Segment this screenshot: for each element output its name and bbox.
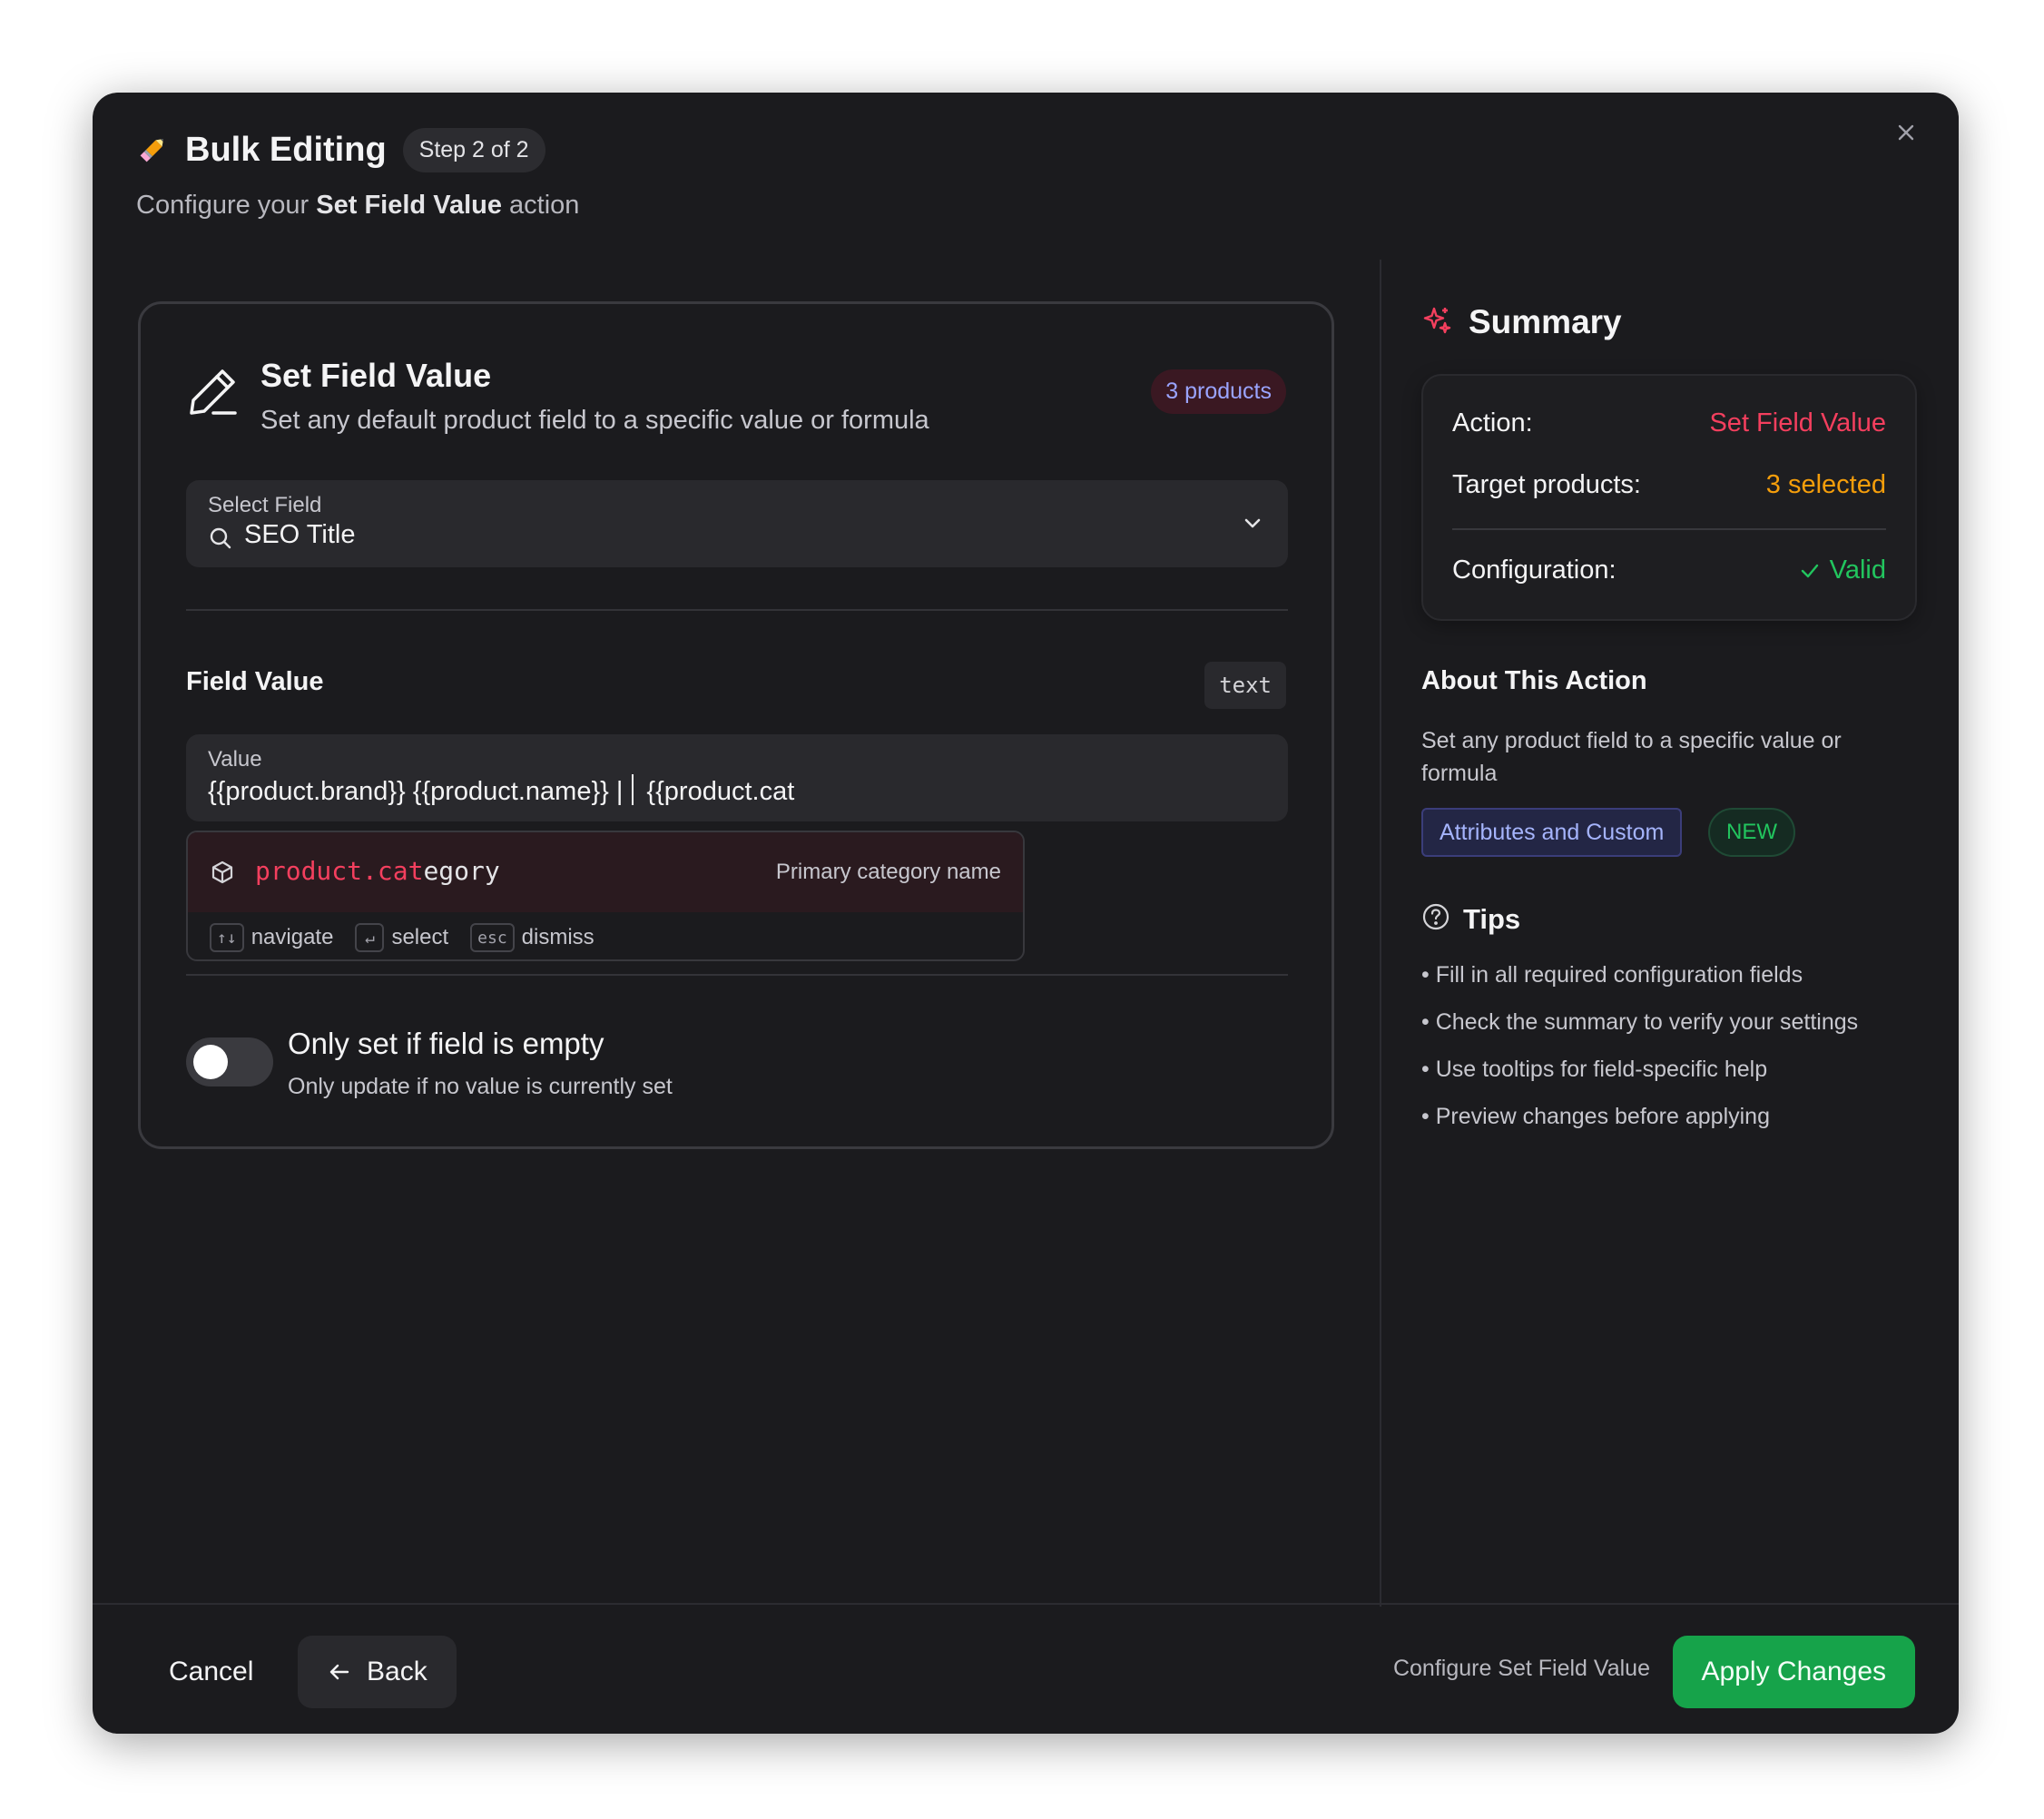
select-field-label: Select Field (208, 493, 322, 517)
text-caret (632, 774, 634, 805)
new-badge: NEW (1708, 808, 1795, 857)
sparkles-icon (1421, 305, 1452, 340)
arrow-left-icon (327, 1659, 352, 1685)
edit-pen-icon (186, 364, 241, 418)
summary-action-key: Action: (1452, 408, 1533, 438)
cancel-button[interactable]: Cancel (143, 1636, 279, 1708)
summary-action-value: Set Field Value (1709, 408, 1886, 438)
close-button[interactable] (1886, 114, 1926, 154)
autocomplete-item-description: Primary category name (775, 860, 1001, 884)
subtitle-action: Set Field Value (316, 191, 502, 220)
summary-divider (1452, 528, 1886, 530)
tip-item: Use tooltips for field-specific help (1421, 1053, 1858, 1100)
summary-header: Summary (1421, 303, 1622, 341)
apply-changes-button[interactable]: Apply Changes (1672, 1636, 1915, 1708)
value-input-text[interactable]: {{product.brand}} {{product.name}} | {{pr… (208, 774, 794, 807)
help-circle-icon (1421, 902, 1450, 936)
value-input-label: Value (208, 747, 262, 772)
tips-title: Tips (1463, 902, 1521, 935)
chevron-down-icon (1239, 509, 1266, 536)
section-divider (186, 974, 1288, 976)
hint-dismiss-label: dismiss (521, 925, 595, 949)
search-icon (208, 526, 233, 551)
bulk-editing-dialog: Bulk Editing Step 2 of 2 Configure your … (93, 93, 1959, 1734)
kbd-enter: ↵ (355, 923, 385, 952)
tips-header: Tips (1421, 902, 1520, 936)
select-field-dropdown[interactable]: Select Field SEO Title (186, 480, 1288, 567)
tip-item: Fill in all required configuration field… (1421, 959, 1858, 1006)
summary-title: Summary (1469, 303, 1622, 340)
hint-select-label: select (391, 925, 449, 949)
card-title: Set Field Value (260, 357, 492, 394)
summary-target-value: 3 selected (1765, 470, 1886, 499)
tip-item: Preview changes before applying (1421, 1100, 1858, 1147)
tips-list: Fill in all required configuration field… (1421, 959, 1858, 1147)
section-divider (186, 609, 1288, 611)
check-icon (1799, 560, 1821, 582)
back-button[interactable]: Back (298, 1636, 457, 1708)
about-description: Set any product field to a specific valu… (1421, 728, 1842, 786)
toggle-knob (193, 1045, 228, 1079)
card-description: Set any default product field to a speci… (260, 406, 929, 435)
tip-item: Check the summary to verify your setting… (1421, 1006, 1858, 1053)
summary-card: Action: Set Field Value Target products:… (1421, 374, 1917, 621)
only-if-empty-toggle[interactable] (186, 1037, 273, 1086)
cube-icon (210, 860, 235, 885)
product-count-badge: 3 products (1151, 369, 1286, 414)
summary-target-key: Target products: (1452, 470, 1641, 499)
kbd-arrows: ↑↓ (210, 923, 244, 952)
dialog-title: Bulk Editing (185, 130, 387, 169)
pencil-emoji-icon (136, 133, 169, 166)
autocomplete-panel: product.category Primary category name ↑… (186, 831, 1025, 961)
keyboard-hints: ↑↓ navigate ↵ select esc dismiss (210, 923, 616, 952)
footer-hint: Configure Set Field Value (1392, 1656, 1650, 1681)
autocomplete-item-name: product.category (255, 856, 500, 886)
dialog-subtitle: Configure your Set Field Value action (136, 191, 1915, 221)
category-chip: Attributes and Custom (1421, 808, 1683, 857)
column-separator (1380, 260, 1381, 1607)
summary-row-target: Target products: 3 selected (1452, 470, 1886, 500)
subtitle-suffix: action (501, 191, 580, 220)
kbd-esc: esc (470, 923, 515, 952)
footer-divider (93, 1603, 1959, 1605)
about-title: About This Action (1421, 666, 1647, 695)
dialog-header: Bulk Editing Step 2 of 2 Configure your … (136, 125, 1915, 221)
toggle-description: Only update if no value is currently set (288, 1074, 673, 1099)
value-text-after: {{product.cat (646, 777, 795, 806)
summary-config-value: Valid (1799, 556, 1886, 585)
toggle-title: Only set if field is empty (288, 1027, 604, 1060)
select-field-value: SEO Title (244, 520, 356, 549)
close-icon (1895, 122, 1917, 148)
back-button-label: Back (367, 1657, 427, 1686)
autocomplete-item-product-category[interactable]: product.category Primary category name (188, 832, 1023, 912)
summary-row-action: Action: Set Field Value (1452, 408, 1886, 438)
card-header: Set Field Value Set any default product … (186, 357, 1286, 438)
summary-row-config: Configuration: Valid (1452, 556, 1886, 585)
field-value-label: Field Value (186, 667, 324, 696)
summary-config-key: Configuration: (1452, 556, 1617, 585)
value-type-chip: text (1204, 662, 1286, 709)
step-badge: Step 2 of 2 (402, 127, 545, 172)
autocomplete-rest: egory (423, 856, 500, 886)
title-row: Bulk Editing Step 2 of 2 (136, 125, 1915, 174)
hint-select: ↵ select (355, 923, 448, 952)
hint-dismiss: esc dismiss (470, 923, 595, 952)
action-config-card: Set Field Value Set any default product … (138, 301, 1334, 1149)
hint-navigate-label: navigate (251, 925, 334, 949)
subtitle-prefix: Configure your (136, 191, 317, 220)
autocomplete-match: product.cat (255, 856, 424, 886)
hint-navigate: ↑↓ navigate (210, 923, 333, 952)
summary-config-valid-text: Valid (1829, 556, 1886, 585)
value-input[interactable]: Value {{product.brand}} {{product.name}}… (186, 734, 1288, 821)
value-text-before: {{product.brand}} {{product.name}} | (208, 777, 624, 806)
